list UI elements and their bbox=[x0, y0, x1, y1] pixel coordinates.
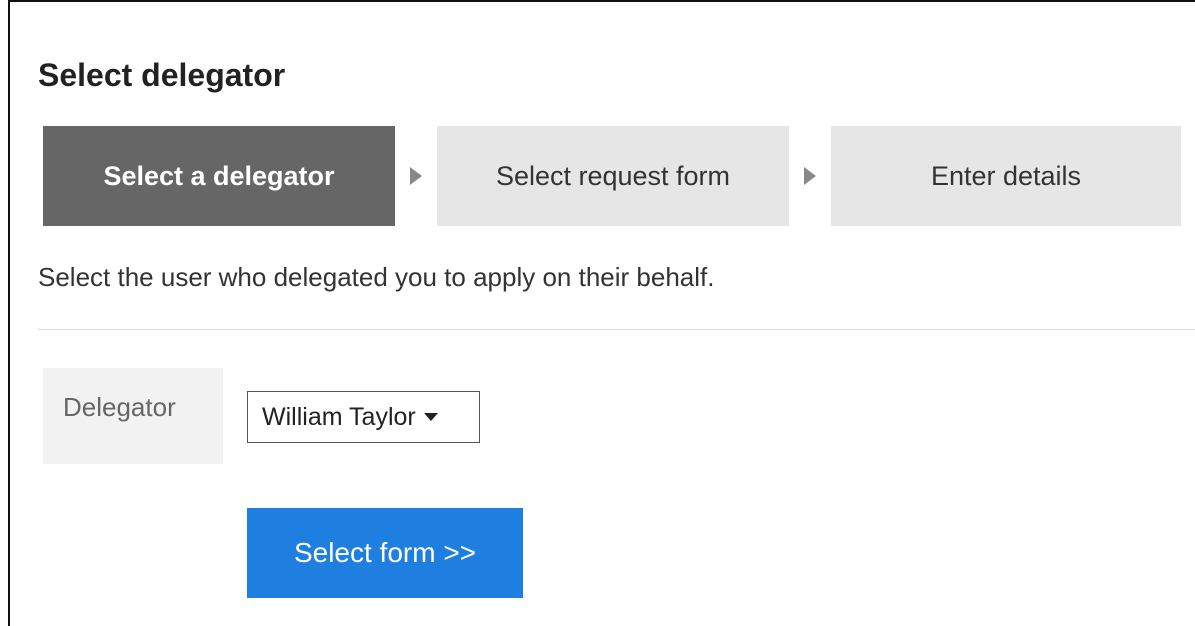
step-enter-details: Enter details bbox=[831, 126, 1181, 226]
delegator-label: Delegator bbox=[43, 368, 223, 464]
triangle-right-icon bbox=[804, 167, 816, 185]
triangle-right-icon bbox=[410, 167, 422, 185]
step-select-delegator: Select a delegator bbox=[43, 126, 395, 226]
caret-down-icon bbox=[423, 413, 438, 421]
step-select-request-form: Select request form bbox=[437, 126, 789, 226]
step-separator-1 bbox=[395, 126, 437, 226]
delegator-select[interactable]: William Taylor bbox=[247, 391, 480, 443]
step-separator-2 bbox=[789, 126, 831, 226]
delegator-select-value: William Taylor bbox=[262, 402, 416, 431]
page-title: Select delegator bbox=[38, 57, 286, 93]
select-form-button[interactable]: Select form >> bbox=[247, 508, 523, 598]
divider bbox=[38, 329, 1195, 330]
step-indicator: Select a delegator Select request form E… bbox=[43, 126, 1181, 226]
instructions-text: Select the user who delegated you to app… bbox=[38, 262, 715, 292]
